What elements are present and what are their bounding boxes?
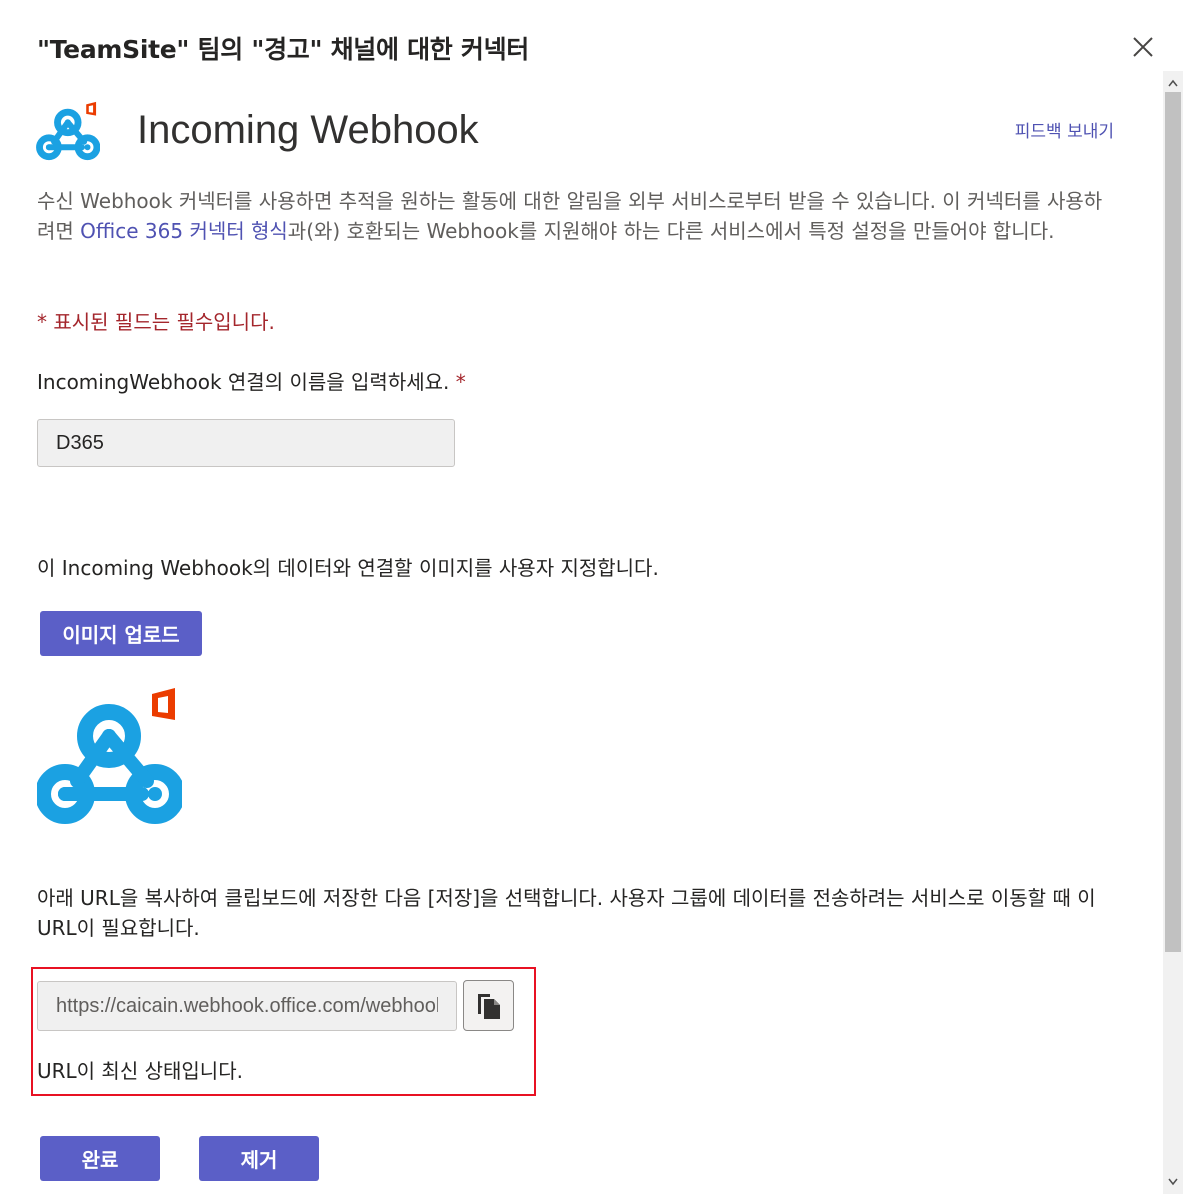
close-icon xyxy=(1133,37,1153,57)
name-field-label: IncomingWebhook 연결의 이름을 입력하세요. * xyxy=(37,366,466,395)
required-fields-note: * 표시된 필드는 필수입니다. xyxy=(37,310,275,334)
upload-image-button[interactable]: 이미지 업로드 xyxy=(40,611,202,656)
connector-description: 수신 Webhook 커넥터를 사용하면 추적을 원하는 활동에 대한 알림을 … xyxy=(37,186,1112,246)
scrollbar-thumb[interactable] xyxy=(1165,92,1181,952)
connection-name-input[interactable] xyxy=(37,419,455,467)
scroll-up-button[interactable] xyxy=(1163,73,1183,93)
done-button[interactable]: 완료 xyxy=(40,1136,160,1181)
copy-icon xyxy=(477,993,500,1019)
dialog-title: "TeamSite" 팀의 "경고" 채널에 대한 커넥터 xyxy=(37,35,530,64)
connector-name: Incoming Webhook xyxy=(137,108,479,152)
chevron-up-icon xyxy=(1168,79,1178,87)
connector-format-link[interactable]: Office 365 커넥터 형식 xyxy=(80,219,288,243)
required-marker: * xyxy=(455,370,466,394)
close-button[interactable] xyxy=(1128,30,1160,62)
copy-url-button[interactable] xyxy=(463,980,514,1031)
image-customize-label: 이 Incoming Webhook의 데이터와 연결할 이미지를 사용자 지정… xyxy=(37,556,659,580)
feedback-link[interactable]: 피드백 보내기 xyxy=(1015,117,1114,142)
webhook-logo-icon xyxy=(36,101,101,161)
webhook-url-input[interactable] xyxy=(37,981,457,1031)
url-instructions: 아래 URL을 복사하여 클립보드에 저장한 다음 [저장]을 선택합니다. 사… xyxy=(37,886,1096,940)
description-text-end: 과(와) 호환되는 Webhook를 지원해야 하는 다른 서비스에서 특정 설… xyxy=(287,219,1055,243)
chevron-down-icon xyxy=(1168,1178,1178,1186)
name-field-label-text: IncomingWebhook 연결의 이름을 입력하세요. xyxy=(37,370,450,394)
scroll-down-button[interactable] xyxy=(1163,1172,1183,1192)
url-status: URL이 최신 상태입니다. xyxy=(37,1059,243,1083)
webhook-office-icon xyxy=(35,686,185,826)
remove-button[interactable]: 제거 xyxy=(199,1136,319,1181)
